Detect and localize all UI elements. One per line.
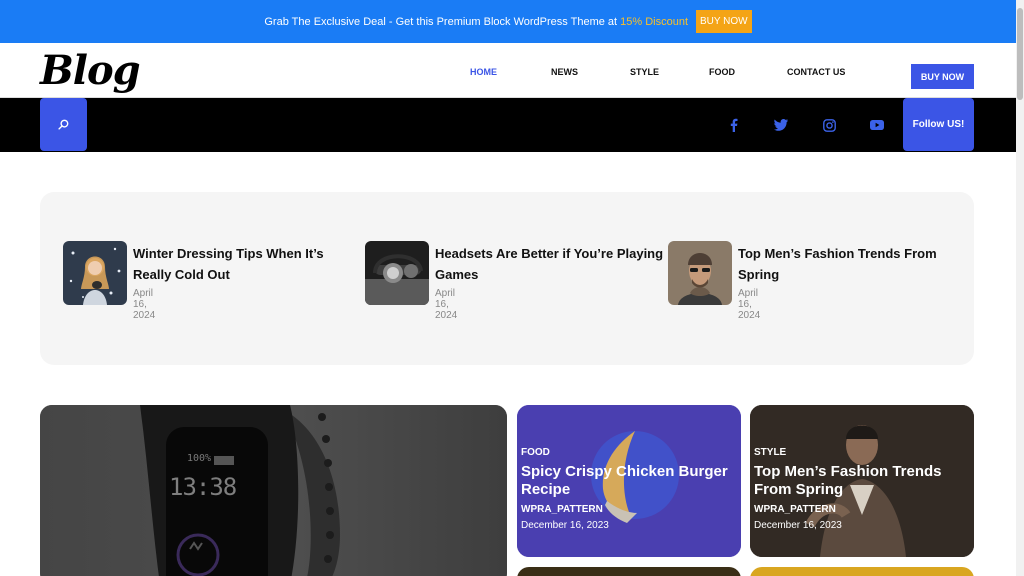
post-card-peek[interactable]	[517, 567, 741, 576]
twitter-icon	[774, 119, 788, 131]
post-date: April 16, 2024	[133, 288, 156, 321]
post-card-peek[interactable]	[750, 567, 974, 576]
hero-post-card[interactable]: 100% 13:38	[40, 405, 507, 576]
post-category[interactable]: FOOD	[521, 447, 550, 458]
instagram-icon	[822, 118, 836, 132]
post-title[interactable]: Headsets Are Better if You’re Playing Ga…	[435, 243, 665, 285]
post-thumbnail[interactable]	[63, 241, 127, 305]
post-date: April 16, 2024	[738, 288, 761, 321]
post-thumbnail[interactable]	[365, 241, 429, 305]
post-thumbnail[interactable]	[668, 241, 732, 305]
post-title[interactable]: Top Men’s Fashion Trends From Spring	[738, 243, 968, 285]
watch-battery-text: 100%	[187, 453, 212, 464]
site-logo[interactable]: Blog	[40, 47, 141, 94]
watch-time-text: 13:38	[169, 473, 237, 501]
search-button[interactable]	[40, 98, 87, 151]
main-nav: HOME NEWS STYLE FOOD CONTACT US	[470, 67, 845, 77]
facebook-icon	[730, 118, 737, 132]
post-author[interactable]: WPRA_PATTERN	[521, 504, 603, 515]
promo-text: Grab The Exclusive Deal - Get this Premi…	[264, 15, 618, 28]
nav-style[interactable]: STYLE	[630, 67, 709, 77]
follow-us-button[interactable]: Follow US!	[903, 98, 974, 151]
post-title[interactable]: Top Men’s Fashion Trends From Spring	[754, 463, 969, 499]
post-category[interactable]: STYLE	[754, 447, 786, 458]
post-date: December 16, 2023	[521, 520, 609, 531]
promo-bar: Grab The Exclusive Deal - Get this Premi…	[0, 0, 1016, 43]
nav-home[interactable]: HOME	[470, 67, 551, 77]
post-title[interactable]: Winter Dressing Tips When It’s Really Co…	[133, 243, 363, 285]
instagram-link[interactable]	[821, 117, 837, 133]
twitter-link[interactable]	[773, 117, 789, 133]
promo-buy-button[interactable]: BUY NOW	[696, 10, 752, 33]
scrollbar-thumb[interactable]	[1017, 8, 1023, 100]
post-date: April 16, 2024	[435, 288, 458, 321]
site-header: Blog HOME NEWS STYLE FOOD CONTACT US BUY…	[0, 43, 1016, 98]
post-title[interactable]: Spicy Crispy Chicken Burger Recipe	[521, 463, 736, 499]
search-icon	[58, 119, 69, 130]
facebook-link[interactable]	[725, 117, 741, 133]
smartwatch-image	[40, 405, 507, 576]
nav-contact-us[interactable]: CONTACT US	[787, 67, 845, 77]
youtube-link[interactable]	[869, 117, 885, 133]
featured-posts: Winter Dressing Tips When It’s Really Co…	[40, 192, 974, 365]
nav-food[interactable]: FOOD	[709, 67, 787, 77]
nav-news[interactable]: NEWS	[551, 67, 630, 77]
utility-bar: Follow US!	[0, 98, 1016, 152]
post-card-style[interactable]: STYLE Top Men’s Fashion Trends From Spri…	[750, 405, 974, 557]
promo-discount[interactable]: 15% Discount	[620, 16, 688, 28]
youtube-icon	[870, 120, 884, 130]
post-card-food[interactable]: FOOD Spicy Crispy Chicken Burger Recipe …	[517, 405, 741, 557]
post-date: December 16, 2023	[754, 520, 842, 531]
buy-now-button[interactable]: BUY NOW	[911, 64, 974, 89]
post-author[interactable]: WPRA_PATTERN	[754, 504, 836, 515]
page-scrollbar[interactable]	[1016, 0, 1024, 576]
